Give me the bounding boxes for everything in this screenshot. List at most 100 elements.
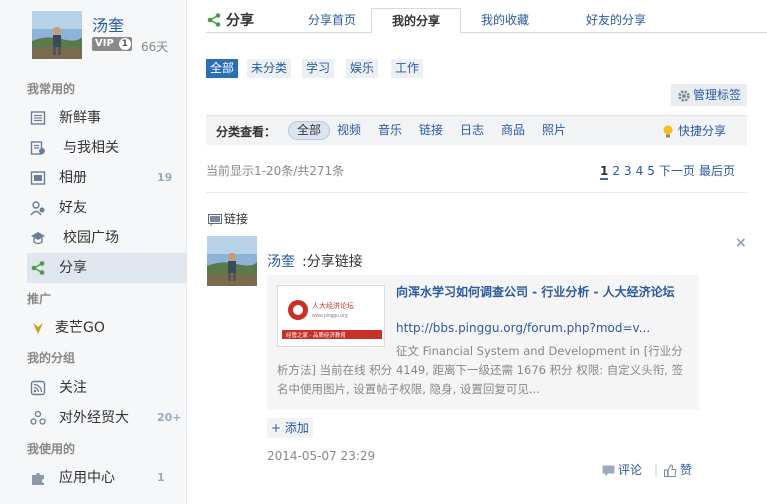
sidebar-item-share[interactable]: 分享 [27, 253, 186, 283]
post-action: :分享链接 [302, 254, 363, 270]
sidebar-item-maimang[interactable]: 麦芒GO [27, 313, 186, 343]
sidebar-item-follow[interactable]: 关注 [27, 373, 186, 403]
share-icon [31, 261, 45, 275]
related-icon [30, 141, 45, 155]
divider [206, 192, 747, 193]
quick-share-label: 快捷分享 [678, 124, 727, 138]
page-title: 分享 [226, 13, 254, 29]
group-count: 20+ [157, 411, 182, 424]
sidebar-item-news[interactable]: 新鲜事 [27, 103, 186, 133]
post-author-name[interactable]: 汤奎 [267, 251, 295, 271]
page-5[interactable]: 5 [647, 164, 655, 178]
action-divider: | [654, 463, 659, 477]
category-entertainment[interactable]: 娱乐 [346, 59, 379, 78]
album-icon [30, 171, 46, 185]
link-title[interactable]: 向浑水学习如何调查公司 - 行业分析 - 人大经济论坛 [396, 285, 692, 300]
sidebar-item-friends[interactable]: 好友 [27, 193, 186, 223]
vip-level: 1 [118, 38, 131, 50]
section-promotion: 推广 [27, 292, 52, 306]
sidebar-item-album[interactable]: 相册 19 [27, 163, 186, 193]
link-url[interactable]: http://bbs.pinggu.org/forum.php?mod=v... [396, 321, 650, 335]
link-thumbnail[interactable]: 人大经济论坛 www.pinggu.org 经管之家 · 品质经济教育 [277, 285, 385, 347]
maimang-icon [33, 323, 43, 334]
sidebar-item-label: 麦芒GO [55, 320, 105, 336]
post-type-text: 链接 [224, 212, 249, 226]
filter-link[interactable]: 链接 [411, 121, 451, 140]
manage-tags-label: 管理标签 [693, 88, 742, 102]
last-page-link[interactable]: 最后页 [699, 164, 735, 178]
sidebar-item-label: 分享 [59, 260, 87, 276]
lightbulb-icon [663, 125, 673, 137]
filter-label: 分类查看： [216, 125, 277, 139]
sidebar-item-label: 校园广场 [63, 230, 119, 246]
add-button[interactable]: + 添加 [267, 418, 313, 438]
news-icon [30, 111, 46, 125]
user-name[interactable]: 汤奎 [92, 12, 124, 36]
link-card[interactable]: 人大经济论坛 www.pinggu.org 经管之家 · 品质经济教育 向浑水学… [267, 275, 699, 410]
album-count: 19 [157, 171, 173, 184]
thumbs-up-icon [664, 464, 677, 477]
close-icon[interactable]: × [735, 235, 747, 251]
sidebar-item-label: 对外经贸大 [59, 410, 129, 426]
section-frequent: 我常用的 [27, 82, 76, 96]
rss-icon [30, 380, 46, 396]
comment-label: 评论 [618, 463, 643, 477]
filter-video[interactable]: 视频 [329, 121, 369, 140]
post-author-avatar[interactable] [207, 236, 257, 286]
quick-share-button[interactable]: 快捷分享 [662, 122, 726, 139]
thumb-slogan: 经管之家 · 品质经济教育 [286, 331, 346, 339]
share-tabs: 分享 分享首页 我的分享 我的收藏 好友的分享 [206, 8, 767, 34]
category-uncategorized[interactable]: 未分类 [247, 59, 292, 78]
tab-friends-share[interactable]: 好友的分享 [576, 8, 656, 33]
like-button[interactable]: 赞 [664, 461, 692, 478]
user-avatar[interactable] [32, 11, 82, 59]
thumb-site-name: 人大经济论坛 [312, 301, 354, 310]
category-all[interactable]: 全部 [206, 59, 239, 78]
page-1[interactable]: 1 [600, 164, 609, 180]
category-work[interactable]: 工作 [391, 59, 424, 78]
type-filter-bar: 分类查看： 全部 视频 音乐 链接 日志 商品 照片 快捷分享 [206, 115, 747, 145]
sidebar-item-uibe-group[interactable]: 对外经贸大 20+ [27, 403, 186, 433]
section-groups: 我的分组 [27, 351, 76, 365]
member-days: 66天 [141, 40, 169, 54]
share-icon [207, 13, 221, 27]
puzzle-icon [32, 473, 44, 485]
pagination: 1 2 3 4 5 下一页 最后页 [600, 162, 739, 180]
sidebar-item-campus[interactable]: 校园广场 [27, 223, 186, 253]
manage-tags-button[interactable]: 管理标签 [671, 84, 747, 106]
page-4[interactable]: 4 [636, 164, 644, 178]
sidebar-item-label: 相册 [59, 170, 87, 186]
filter-photo[interactable]: 照片 [534, 121, 574, 140]
filter-goods[interactable]: 商品 [493, 121, 533, 140]
page-2[interactable]: 2 [612, 164, 620, 178]
page-3[interactable]: 3 [624, 164, 632, 178]
section-using: 我使用的 [27, 442, 76, 456]
sidebar-item-label: 好友 [59, 200, 87, 216]
tab-my-favorites[interactable]: 我的收藏 [470, 8, 540, 33]
link-type-icon [208, 213, 222, 226]
comment-button[interactable]: 评论 [602, 461, 642, 478]
tab-my-share[interactable]: 我的分享 [371, 8, 461, 34]
sidebar-item-app-center[interactable]: 应用中心 1 [27, 463, 186, 493]
like-label: 赞 [680, 463, 693, 477]
post-type-label: 链接 [208, 210, 248, 227]
filter-blog[interactable]: 日志 [452, 121, 492, 140]
filter-music[interactable]: 音乐 [370, 121, 410, 140]
sidebar-item-label: 关注 [59, 380, 87, 396]
group-icon [30, 410, 46, 425]
friends-icon [30, 201, 45, 216]
campus-icon [31, 232, 45, 245]
sidebar-item-label: 新鲜事 [59, 110, 101, 126]
filter-all[interactable]: 全部 [288, 121, 331, 140]
sidebar-item-label: 应用中心 [59, 470, 115, 486]
sidebar-item-related[interactable]: 与我相关 [27, 133, 186, 163]
main-content: 分享 分享首页 我的分享 我的收藏 好友的分享 全部 未分类 学习 娱乐 工作 … [188, 0, 767, 504]
app-count: 1 [157, 471, 165, 484]
vip-badge[interactable]: VIP 1 [92, 37, 132, 51]
vip-label: VIP [95, 38, 114, 49]
next-page-link[interactable]: 下一页 [659, 164, 695, 178]
category-study[interactable]: 学习 [302, 59, 335, 78]
sidebar-item-label: 与我相关 [63, 140, 119, 156]
tab-share-home[interactable]: 分享首页 [302, 8, 362, 33]
sidebar: 汤奎 VIP 1 66天 我常用的 新鲜事 与我相关 相册 19 好友 校园广场 … [0, 0, 187, 504]
